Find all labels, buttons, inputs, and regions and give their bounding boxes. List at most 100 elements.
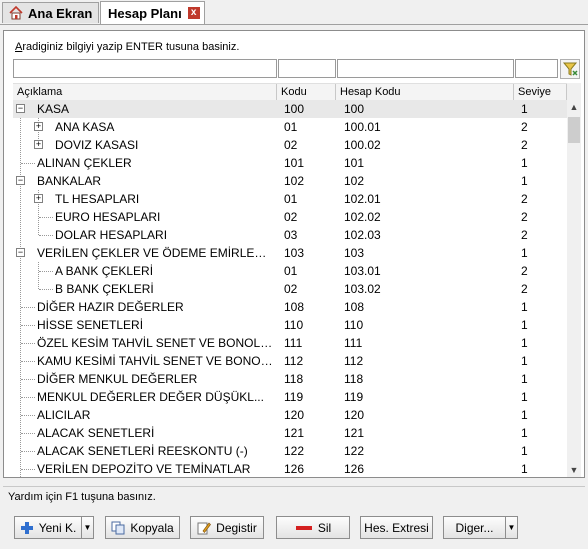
- filter-kodu-input[interactable]: [278, 59, 336, 78]
- tab-ana-ekran[interactable]: Ana Ekran: [2, 2, 99, 23]
- tab-label: Hesap Planı: [108, 5, 182, 21]
- row-kodu: 101: [284, 156, 305, 170]
- row-hesap-kodu: 103.02: [344, 282, 381, 296]
- column-header-hesap-kodu[interactable]: Hesap Kodu: [336, 84, 514, 100]
- row-hesap-kodu: 126: [344, 462, 365, 476]
- row-desc: KAMU KESİMİ TAHVİL SENET VE BONOL...: [37, 354, 275, 368]
- table-row[interactable]: A BANK ÇEKLERİ 01 103.01 2: [13, 262, 567, 280]
- row-desc: B BANK ÇEKLERİ: [55, 282, 154, 296]
- column-header-aciklama[interactable]: Açıklama: [13, 84, 277, 100]
- table-row[interactable]: + TL HESAPLARI 01 102.01 2: [13, 190, 567, 208]
- table-row[interactable]: DOLAR HESAPLARI 03 102.03 2: [13, 226, 567, 244]
- copy-icon: [111, 521, 125, 535]
- table-row[interactable]: ALACAK SENETLERİ 121 121 1: [13, 424, 567, 442]
- row-hesap-kodu: 103.01: [344, 264, 381, 278]
- row-seviye: 2: [521, 138, 528, 152]
- row-seviye: 2: [521, 228, 528, 242]
- row-kodu: 03: [284, 228, 298, 242]
- row-kodu: 108: [284, 300, 305, 314]
- row-hesap-kodu: 100: [344, 102, 365, 116]
- status-bar: Yardım için F1 tuşuna basınız.: [3, 486, 585, 506]
- row-seviye: 1: [521, 300, 528, 314]
- other-dropdown-button[interactable]: ▼: [505, 516, 518, 539]
- column-header-seviye[interactable]: Seviye: [514, 84, 567, 100]
- row-seviye: 2: [521, 282, 528, 296]
- row-seviye: 1: [521, 426, 528, 440]
- table-row[interactable]: + DOVIZ KASASI 02 100.02 2: [13, 136, 567, 154]
- account-statement-button[interactable]: Hes. Extresi: [360, 516, 433, 539]
- table-row[interactable]: ALICILAR 120 120 1: [13, 406, 567, 424]
- table-row[interactable]: DİĞER HAZIR DEĞERLER 108 108 1: [13, 298, 567, 316]
- table-row[interactable]: EURO HESAPLARI 02 102.02 2: [13, 208, 567, 226]
- row-desc: ALACAK SENETLERİ: [37, 426, 155, 440]
- header-scroll-corner: [567, 83, 581, 100]
- row-desc: VERİLEN DEPOZİTO VE TEMİNATLAR: [37, 462, 251, 476]
- row-seviye: 1: [521, 102, 528, 116]
- new-dropdown-button[interactable]: ▼: [81, 516, 94, 539]
- other-button[interactable]: Diger...: [443, 516, 506, 539]
- row-hesap-kodu: 121: [344, 426, 365, 440]
- plus-icon: [20, 521, 34, 535]
- row-kodu: 01: [284, 264, 298, 278]
- row-kodu: 112: [284, 354, 304, 368]
- scroll-up-icon[interactable]: ▲: [567, 100, 581, 114]
- table-row[interactable]: B BANK ÇEKLERİ 02 103.02 2: [13, 280, 567, 298]
- edit-icon: [197, 521, 212, 535]
- chevron-down-icon: ▼: [83, 523, 92, 532]
- close-icon[interactable]: x: [187, 7, 200, 19]
- row-hesap-kodu: 108: [344, 300, 365, 314]
- table-row[interactable]: ALACAK SENETLERİ REESKONTU (-) 122 122 1: [13, 442, 567, 460]
- scroll-down-icon[interactable]: ▼: [567, 463, 581, 477]
- tab-label: Ana Ekran: [28, 5, 93, 21]
- table-row[interactable]: KAMU KESİMİ TAHVİL SENET VE BONOL... 112…: [13, 352, 567, 370]
- row-seviye: 2: [521, 210, 528, 224]
- table-row[interactable]: ALINAN ÇEKLER 101 101 1: [13, 154, 567, 172]
- row-seviye: 2: [521, 192, 528, 206]
- tab-hesap-plani[interactable]: Hesap Planı x: [100, 1, 205, 24]
- search-hint: Aradiginiz bilgiyi yazip ENTER tusuna ba…: [15, 41, 240, 53]
- row-desc: DOLAR HESAPLARI: [55, 228, 168, 242]
- table-row[interactable]: MENKUL DEĞERLER DEĞER DÜŞÜKL... 119 119 …: [13, 388, 567, 406]
- delete-button-label: Sil: [317, 520, 332, 535]
- scroll-thumb[interactable]: [568, 117, 580, 143]
- table-row[interactable]: ÖZEL KESİM TAHVİL SENET VE BONOLA... 111…: [13, 334, 567, 352]
- row-hesap-kodu: 118: [344, 372, 364, 386]
- row-desc: BANKALAR: [37, 174, 102, 188]
- row-kodu: 01: [284, 192, 298, 206]
- row-hesap-kodu: 102.02: [344, 210, 381, 224]
- row-desc: KASA: [37, 102, 70, 116]
- table-row[interactable]: + ANA KASA 01 100.01 2: [13, 118, 567, 136]
- filter-hesap-kodu-input[interactable]: [337, 59, 514, 78]
- copy-button-label: Kopyala: [130, 520, 174, 535]
- new-button[interactable]: Yeni K.: [14, 516, 82, 539]
- row-desc: HİSSE SENETLERİ: [37, 318, 144, 332]
- row-seviye: 1: [521, 408, 528, 422]
- row-seviye: 1: [521, 354, 528, 368]
- row-kodu: 120: [284, 408, 305, 422]
- row-desc: ALACAK SENETLERİ REESKONTU (-): [37, 444, 248, 458]
- delete-button[interactable]: Sil: [276, 516, 350, 539]
- table-row[interactable]: − BANKALAR 102 102 1: [13, 172, 567, 190]
- edit-button[interactable]: Degistir: [190, 516, 264, 539]
- row-seviye: 1: [521, 336, 528, 350]
- row-desc: A BANK ÇEKLERİ: [55, 264, 154, 278]
- filter-button[interactable]: [560, 59, 580, 79]
- filter-icon: [561, 62, 579, 81]
- table-row[interactable]: DİĞER MENKUL DEĞERLER 118 118 1: [13, 370, 567, 388]
- table-row[interactable]: HİSSE SENETLERİ 110 110 1: [13, 316, 567, 334]
- column-header-kodu[interactable]: Kodu: [277, 84, 336, 100]
- filter-seviye-input[interactable]: [515, 59, 558, 78]
- table-row[interactable]: VERİLEN DEPOZİTO VE TEMİNATLAR 126 126 1: [13, 460, 567, 477]
- filter-desc-input[interactable]: [13, 59, 277, 78]
- account-statement-label: Hes. Extresi: [364, 520, 429, 535]
- row-kodu: 122: [284, 444, 305, 458]
- row-desc: DİĞER MENKUL DEĞERLER: [37, 372, 198, 386]
- row-desc: EURO HESAPLARI: [55, 210, 161, 224]
- table-row[interactable]: − KASA 100 100 1: [13, 100, 567, 118]
- table-row[interactable]: − VERİLEN ÇEKLER VE ÖDEME EMİRLERİ... 10…: [13, 244, 567, 262]
- row-kodu: 02: [284, 210, 298, 224]
- row-seviye: 1: [521, 390, 528, 404]
- edit-button-label: Degistir: [216, 520, 257, 535]
- copy-button[interactable]: Kopyala: [105, 516, 180, 539]
- vertical-scrollbar[interactable]: ▲ ▼: [567, 100, 581, 477]
